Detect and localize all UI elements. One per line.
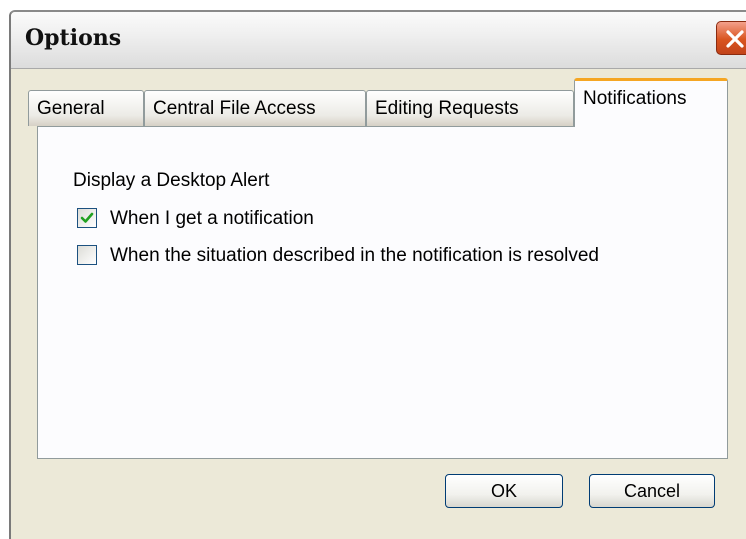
tab-label: General <box>37 98 105 119</box>
ok-button[interactable]: OK <box>445 474 563 508</box>
notify-on-notification-checkbox[interactable] <box>77 208 97 228</box>
tab-label: Central File Access <box>153 98 316 119</box>
notifications-panel: Display a Desktop Alert When I get a not… <box>37 126 728 459</box>
option-label: When I get a notification <box>110 208 314 229</box>
title-bar[interactable]: Options <box>11 12 746 69</box>
check-mark-icon <box>80 212 94 223</box>
notify-on-resolved-checkbox[interactable] <box>77 245 97 265</box>
tab-central-file-access[interactable]: Central File Access <box>144 90 366 126</box>
window-title: Options <box>25 25 122 51</box>
tab-label: Editing Requests <box>375 98 519 119</box>
tab-label: Notifications <box>583 88 687 109</box>
option-label: When the situation described in the noti… <box>110 245 599 266</box>
tab-notifications[interactable]: Notifications <box>574 78 728 127</box>
cancel-button[interactable]: Cancel <box>589 474 715 508</box>
close-button[interactable] <box>716 21 746 55</box>
section-label: Display a Desktop Alert <box>73 170 270 191</box>
tab-editing-requests[interactable]: Editing Requests <box>366 90 574 126</box>
close-icon <box>726 30 744 48</box>
tab-general[interactable]: General <box>28 90 144 126</box>
